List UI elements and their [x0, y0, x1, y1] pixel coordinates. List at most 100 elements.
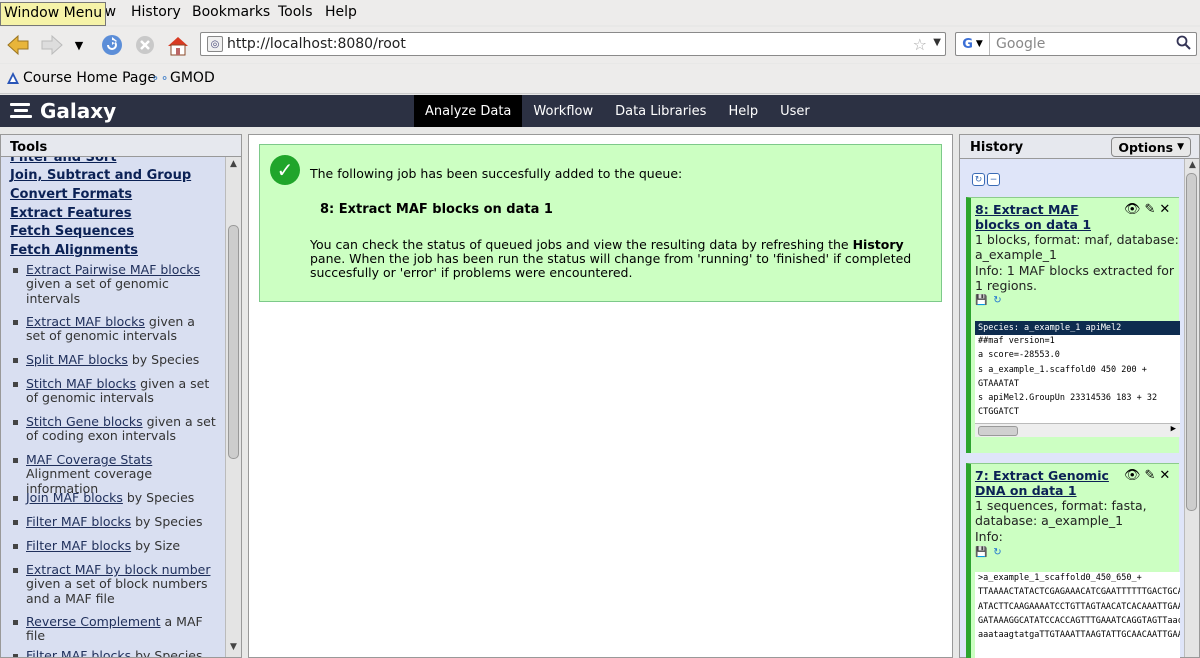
section-extract-features[interactable]: Extract Features — [10, 206, 132, 221]
rerun-icon[interactable]: ↻ — [991, 294, 1004, 307]
dataset-title[interactable]: 7: Extract Genomic DNA on data 1 — [975, 468, 1120, 498]
tab-data-libraries[interactable]: Data Libraries — [604, 95, 717, 127]
delete-icon[interactable]: ✕ — [1159, 202, 1170, 217]
search-bar[interactable]: G ▼ Google — [955, 32, 1197, 56]
scroll-thumb[interactable] — [978, 426, 1018, 436]
history-panel: History Options ▼ ↻ − 8: Extract MAF blo… — [959, 134, 1200, 658]
tool-panel: Tools Filter and Sort Join, Subtract and… — [0, 134, 242, 658]
gmod-icon: ⚬⚬ — [150, 71, 170, 85]
tool-link-extract-pairwise-maf[interactable]: Extract Pairwise MAF blocks — [26, 262, 200, 277]
rerun-icon[interactable]: ↻ — [991, 546, 1004, 559]
window-menu-tooltip: Window Menu — [0, 2, 107, 26]
bookmark-star-icon[interactable]: ☆ — [913, 35, 927, 54]
bookmark-course-home[interactable]: Course Home Page — [6, 70, 156, 86]
galaxy-logo-icon — [10, 101, 34, 121]
tab-user[interactable]: User — [769, 95, 821, 127]
history-title: History — [970, 140, 1024, 155]
tool-link-filter-maf-partial[interactable]: Filter MAF blocks — [26, 648, 131, 657]
dataset-icons: 👁 ✎ ✕ — [1124, 202, 1170, 217]
tool-item: Join MAF blocks by Species — [11, 490, 216, 505]
peek-scrollbar[interactable]: ▶ — [975, 423, 1180, 437]
save-icon[interactable]: 💾 — [975, 546, 988, 559]
options-label: Options — [1118, 139, 1174, 155]
peek-line: s a_example_1.scaffold0 450 200 + — [978, 364, 1147, 375]
search-input[interactable]: Google — [996, 36, 1045, 52]
tool-link-filter-maf-species[interactable]: Filter MAF blocks — [26, 514, 131, 529]
scroll-up-icon[interactable]: ▲ — [227, 159, 240, 172]
history-dropdown-button[interactable]: ▼ — [70, 31, 88, 59]
tool-panel-scrollbar[interactable]: ▲ ▼ — [225, 157, 241, 657]
section-convert-formats[interactable]: Convert Formats — [10, 187, 132, 202]
tool-desc: by Species — [135, 514, 203, 529]
dataset-peek: Species: a_example_1 apiMel2 ##maf versi… — [975, 321, 1180, 437]
scroll-up-icon[interactable]: ▲ — [1186, 160, 1199, 173]
course-home-icon — [6, 71, 20, 85]
tool-link-stitch-gene-blocks[interactable]: Stitch Gene blocks — [26, 414, 143, 429]
reload-button[interactable] — [98, 31, 126, 59]
peek-line: GATAAAGGCATATCCACCAGTTTGAAATCAGGTAGTTaac — [978, 615, 1180, 626]
forward-arrow-icon — [41, 34, 63, 56]
history-options-button[interactable]: Options ▼ — [1111, 137, 1191, 157]
refresh-history-icon[interactable]: ↻ — [972, 173, 985, 186]
pencil-icon[interactable]: ✎ — [1145, 468, 1156, 483]
tool-link-join-maf-blocks[interactable]: Join MAF blocks — [26, 490, 123, 505]
eye-icon[interactable]: 👁 — [1124, 468, 1141, 483]
site-identity-icon[interactable]: ◎ — [207, 36, 223, 52]
section-filter-sort[interactable]: Filter and Sort — [10, 157, 117, 165]
eye-icon[interactable]: 👁 — [1124, 202, 1141, 217]
collapse-all-icon[interactable]: − — [987, 173, 1000, 186]
forward-button[interactable] — [38, 31, 66, 59]
reload-icon — [102, 35, 122, 55]
scroll-down-icon[interactable]: ▼ — [227, 642, 240, 655]
tab-analyze-data[interactable]: Analyze Data — [414, 95, 523, 127]
pencil-icon[interactable]: ✎ — [1145, 202, 1156, 217]
dataset-title[interactable]: 8: Extract MAF blocks on data 1 — [975, 202, 1120, 232]
delete-icon[interactable]: ✕ — [1159, 468, 1170, 483]
search-engine-selector[interactable]: G ▼ — [956, 33, 990, 55]
url-dropdown-icon[interactable]: ▼ — [933, 37, 941, 48]
back-button[interactable] — [4, 31, 32, 59]
menu-help[interactable]: Help — [325, 4, 357, 20]
scroll-thumb[interactable] — [228, 225, 239, 459]
home-button[interactable] — [164, 31, 192, 59]
history-toolbar: ↻ − — [972, 173, 1000, 186]
peek-line: s apiMel2.GroupUn 23314536 183 + 32 — [978, 393, 1158, 404]
tool-link-split-maf-blocks[interactable]: Split MAF blocks — [26, 352, 128, 367]
bookmark-gmod[interactable]: ⚬⚬ GMOD — [150, 70, 215, 86]
tab-workflow[interactable]: Workflow — [522, 95, 604, 127]
tab-help[interactable]: Help — [717, 95, 769, 127]
masthead-tabs: Analyze Data Workflow Data Libraries Hel… — [414, 95, 821, 127]
tool-link-reverse-complement[interactable]: Reverse Complement — [26, 614, 161, 629]
tool-desc: given a set of block numbers and a MAF f… — [26, 576, 208, 606]
section-fetch-sequences[interactable]: Fetch Sequences — [10, 224, 134, 239]
url-bar[interactable]: ◎ http://localhost:8080/root ☆ ▼ — [200, 32, 946, 56]
stop-button[interactable] — [132, 31, 158, 59]
tool-link-stitch-maf-blocks[interactable]: Stitch MAF blocks — [26, 376, 136, 391]
section-fetch-alignments[interactable]: Fetch Alignments — [10, 243, 138, 258]
history-scrollbar[interactable]: ▲ — [1184, 159, 1199, 657]
message-status: You can check the status of queued jobs … — [310, 238, 935, 280]
tool-item: Extract MAF by block number given a set … — [11, 562, 216, 606]
dataset-info: 1 sequences, format: fasta, database: a_… — [975, 498, 1147, 528]
menu-bookmarks[interactable]: Bookmarks — [192, 4, 270, 20]
scroll-right-icon[interactable]: ▶ — [1171, 424, 1176, 434]
menu-history[interactable]: History — [131, 4, 181, 20]
tool-link-filter-maf-size[interactable]: Filter MAF blocks — [26, 538, 131, 553]
tool-link-extract-maf-blocks[interactable]: Extract MAF blocks — [26, 314, 145, 329]
brand-title: Galaxy — [40, 99, 117, 123]
tool-item: Reverse Complement a MAF file — [11, 614, 216, 644]
galaxy-masthead: Galaxy Analyze Data Workflow Data Librar… — [0, 95, 1200, 127]
tool-link-maf-coverage-stats[interactable]: MAF Coverage Stats — [26, 452, 152, 467]
scroll-thumb[interactable] — [1186, 173, 1197, 511]
peek-line: a score=-28553.0 — [978, 350, 1060, 361]
galaxy-brand[interactable]: Galaxy — [10, 99, 116, 123]
section-join-subtract-group[interactable]: Join, Subtract and Group — [10, 168, 191, 183]
bookmark-label: GMOD — [170, 70, 215, 86]
dataset-peek: >a_example_1_scaffold0_450_650_+ TTAAAAC… — [975, 572, 1180, 658]
tool-item: Filter MAF blocks by Size — [11, 538, 216, 553]
save-icon[interactable]: 💾 — [975, 294, 988, 307]
menu-tools[interactable]: Tools — [278, 4, 313, 20]
tool-item: Filter MAF blocks by Species — [11, 514, 216, 529]
tool-link-extract-maf-by-block-number[interactable]: Extract MAF by block number — [26, 562, 210, 577]
search-icon[interactable] — [1176, 35, 1192, 55]
